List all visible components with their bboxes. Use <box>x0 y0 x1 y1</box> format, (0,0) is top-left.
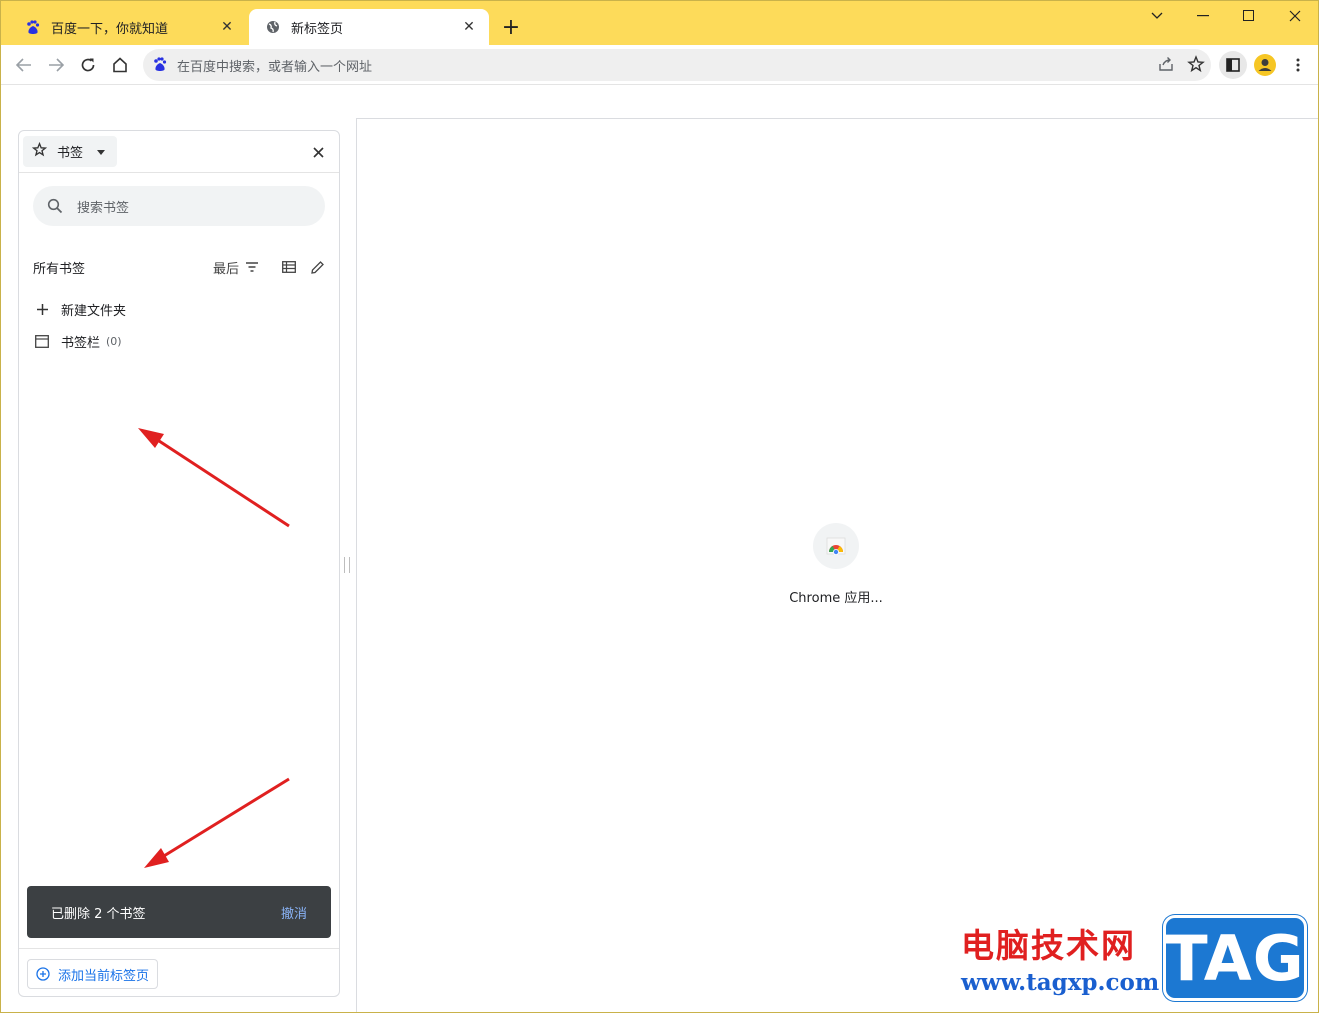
side-panel-footer: 添加当前标签页 <box>19 948 339 996</box>
watermark-cn: 电脑技术网 <box>961 926 1136 965</box>
watermark-tag: TAG <box>1163 915 1307 1001</box>
new-folder-item[interactable]: 新建文件夹 <box>33 298 283 320</box>
close-tab-icon[interactable]: ✕ <box>461 19 477 35</box>
side-panel-resize-handle[interactable] <box>344 557 350 573</box>
tab-strip: 百度一下，你就知道 ✕ 新标签页 ✕ + <box>1 1 1318 45</box>
side-panel-header: 书签 <box>19 131 339 173</box>
minimize-icon[interactable] <box>1180 1 1226 31</box>
omnibox[interactable]: 在百度中搜索，或者输入一个网址 <box>143 49 1211 81</box>
folder-icon <box>33 332 51 350</box>
menu-kebab-icon[interactable] <box>1284 51 1312 79</box>
bookmarks-bar-folder[interactable]: 书签栏 (0) <box>33 330 283 352</box>
bookmark-star-icon[interactable] <box>1187 55 1205 77</box>
tab-search-chevron-icon[interactable] <box>1134 1 1180 31</box>
bookmark-search-input[interactable]: 搜索书签 <box>33 186 325 226</box>
omnibox-placeholder: 在百度中搜索，或者输入一个网址 <box>177 59 373 75</box>
undo-button[interactable]: 撤消 <box>281 903 307 922</box>
search-icon <box>47 198 63 214</box>
window-close-icon[interactable] <box>1272 1 1318 31</box>
side-panel-icon[interactable] <box>1219 51 1247 79</box>
deleted-toast: 已删除 2 个书签 撤消 <box>27 886 331 938</box>
bookmarks-side-panel: 书签 搜索书签 所有书签 最后 新建文件夹 书签栏 (0) 已删除 2 个书签 … <box>18 130 340 997</box>
toolbar: 在百度中搜索，或者输入一个网址 <box>1 45 1318 85</box>
sort-button[interactable]: 最后 <box>213 258 259 277</box>
add-circle-icon <box>36 967 50 981</box>
baidu-icon <box>153 57 169 73</box>
watermark-url: www.tagxp.com <box>961 969 1160 996</box>
item-label: 新建文件夹 <box>61 303 127 319</box>
tab-title: 百度一下，你就知道 <box>51 21 169 37</box>
edit-pencil-icon[interactable] <box>307 257 327 277</box>
add-current-tab-button[interactable]: 添加当前标签页 <box>27 959 159 989</box>
browser-window: 百度一下，你就知道 ✕ 新标签页 ✕ + 在百度中搜索，或者输入一个网址 书签 … <box>0 0 1319 1013</box>
back-arrow-icon[interactable] <box>10 51 38 79</box>
close-tab-icon[interactable]: ✕ <box>219 19 235 35</box>
plus-icon <box>33 300 51 318</box>
reload-icon[interactable] <box>74 51 102 79</box>
tab-title: 新标签页 <box>291 21 344 37</box>
tab-new-tab[interactable]: 新标签页 ✕ <box>249 9 489 45</box>
tab-baidu[interactable]: 百度一下，你就知道 ✕ <box>9 9 247 45</box>
globe-icon <box>265 19 281 35</box>
add-current-tab-label: 添加当前标签页 <box>58 968 150 984</box>
sort-icon <box>246 262 258 272</box>
watermark-logo: 电脑技术网 www.tagxp.com TAG <box>959 913 1315 1009</box>
forward-arrow-icon[interactable] <box>42 51 70 79</box>
new-tab-button[interactable]: + <box>499 15 523 40</box>
star-icon <box>31 141 48 161</box>
profile-avatar-icon[interactable] <box>1251 51 1279 79</box>
view-list-icon[interactable] <box>279 257 299 277</box>
side-panel-selector[interactable]: 书签 <box>23 136 117 167</box>
new-tab-page: Chrome 应用... <box>356 118 1318 1012</box>
bookmarks-section-header: 所有书签 最后 <box>33 257 327 277</box>
share-icon[interactable] <box>1157 55 1175 77</box>
sort-label: 最后 <box>212 261 239 277</box>
selector-label: 书签 <box>57 146 84 161</box>
shortcut-chrome-apps[interactable]: Chrome 应用... <box>776 523 896 606</box>
section-title: 所有书签 <box>33 261 86 277</box>
toast-message: 已删除 2 个书签 <box>51 906 146 922</box>
item-label: 书签栏 <box>61 335 101 351</box>
home-icon[interactable] <box>106 51 134 79</box>
shortcut-label: Chrome 应用... <box>789 591 883 606</box>
close-side-panel-icon[interactable] <box>309 143 327 161</box>
baidu-icon <box>25 19 41 35</box>
dropdown-arrow-icon <box>97 144 106 159</box>
search-placeholder: 搜索书签 <box>77 200 130 216</box>
item-count: (0) <box>106 334 122 348</box>
chrome-apps-icon <box>813 523 859 569</box>
maximize-icon[interactable] <box>1226 1 1272 31</box>
